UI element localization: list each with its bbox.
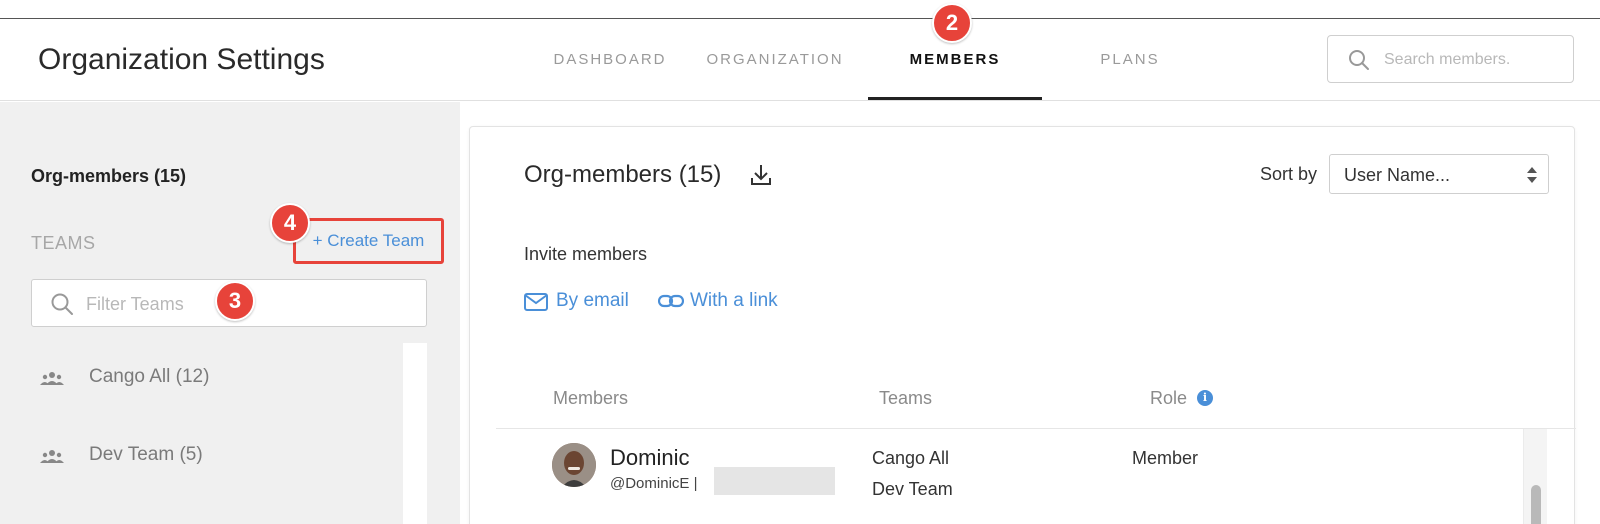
invite-by-email-link[interactable]: By email xyxy=(524,290,644,316)
column-header-teams[interactable]: Teams xyxy=(879,388,932,409)
sort-select[interactable]: User Name... xyxy=(1329,154,1549,194)
create-team-button[interactable]: + Create Team xyxy=(293,218,444,264)
invite-link-label: With a link xyxy=(690,290,778,311)
invite-with-link[interactable]: With a link xyxy=(658,290,798,316)
link-icon xyxy=(658,294,684,308)
app-header: Organization Settings DASHBOARD ORGANIZA… xyxy=(0,19,1600,101)
member-handle: @DominicE | xyxy=(610,475,698,492)
member-role[interactable]: Member xyxy=(1132,448,1198,469)
sort-arrows-icon xyxy=(1527,167,1537,183)
scrollbar-thumb[interactable] xyxy=(1531,485,1541,524)
member-name[interactable]: Dominic xyxy=(610,445,689,471)
member-search[interactable] xyxy=(1327,35,1574,83)
sort-value: User Name... xyxy=(1344,165,1451,185)
teams-heading: TEAMS xyxy=(31,233,96,253)
mail-icon xyxy=(524,293,548,311)
tab-dashboard[interactable]: DASHBOARD xyxy=(540,19,680,100)
team-icon xyxy=(40,372,64,385)
team-icon xyxy=(40,450,64,463)
invite-email-label: By email xyxy=(556,290,629,311)
members-card: Org-members (15) Sort by User Name... In… xyxy=(469,126,1576,524)
team-list-scrollbar[interactable] xyxy=(403,343,427,524)
sort-label: Sort by xyxy=(1260,164,1318,184)
tab-plans[interactable]: PLANS xyxy=(1070,19,1190,100)
column-header-role[interactable]: Role xyxy=(1150,388,1187,409)
tab-organization[interactable]: ORGANIZATION xyxy=(700,19,850,100)
search-input[interactable] xyxy=(1384,48,1564,72)
download-icon[interactable] xyxy=(750,163,772,187)
page-title: Organization Settings xyxy=(38,43,325,76)
table-divider xyxy=(496,428,1576,429)
search-icon xyxy=(51,293,73,315)
member-team: Dev Team xyxy=(872,479,953,499)
step-badge-4: 4 xyxy=(270,203,310,243)
member-team: Cango All xyxy=(872,448,950,468)
redacted-block xyxy=(714,467,835,495)
card-title: Org-members (15) xyxy=(524,161,722,188)
team-label: Cango All (12) xyxy=(89,366,210,387)
sidebar-org-members[interactable]: Org-members (15) xyxy=(31,166,186,187)
search-icon xyxy=(1349,50,1369,70)
team-label: Dev Team (5) xyxy=(89,444,203,465)
filter-teams-input[interactable] xyxy=(86,292,236,316)
step-badge-2: 2 xyxy=(932,3,972,43)
step-badge-3: 3 xyxy=(215,281,255,321)
info-icon[interactable]: i xyxy=(1197,390,1213,406)
column-header-members[interactable]: Members xyxy=(553,388,628,409)
avatar xyxy=(552,443,596,487)
table-scrollbar[interactable] xyxy=(1523,429,1547,524)
invite-label: Invite members xyxy=(524,244,648,264)
